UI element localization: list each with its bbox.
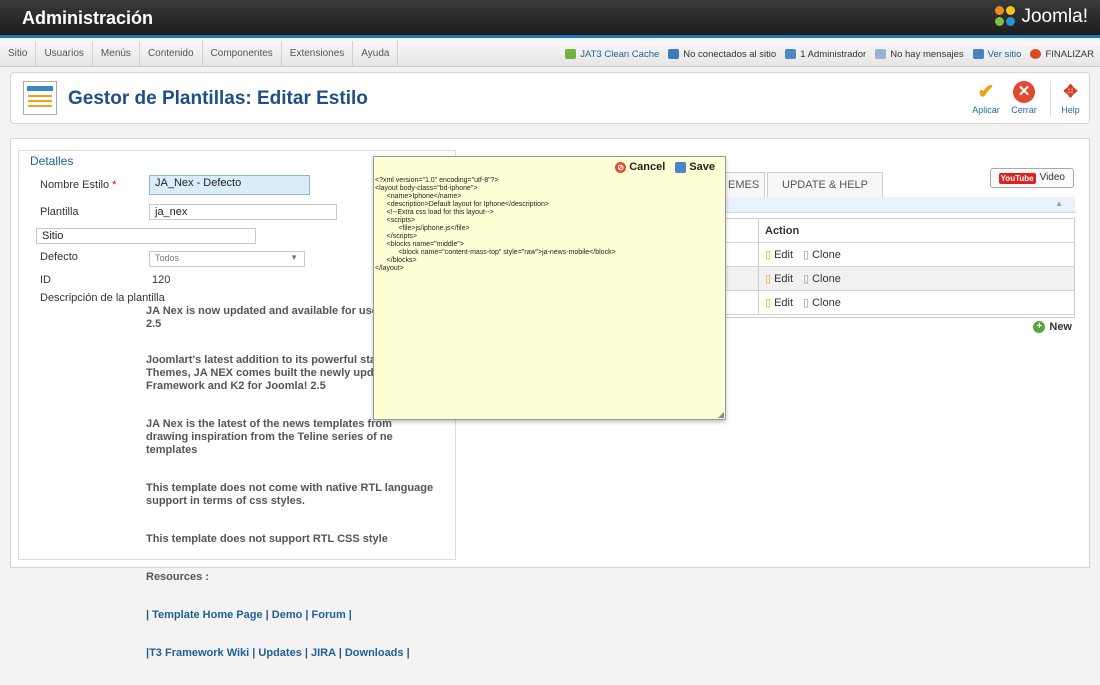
admin-icon	[785, 49, 797, 59]
clone-icon: ▯	[803, 249, 810, 261]
tab-update-help[interactable]: UPDATE & HELP	[767, 172, 883, 198]
main-menubar: Sitio Usuarios Menús Contenido Component…	[0, 41, 1100, 67]
clone-button[interactable]: ▯ Clone	[803, 291, 841, 315]
edit-icon: ▯	[765, 297, 772, 309]
admin-header: Administración Joomla!	[0, 0, 1100, 38]
action-header: Action	[758, 219, 1074, 243]
template-label: Plantilla	[40, 206, 79, 218]
cancel-icon: ⊘	[615, 161, 627, 173]
mail-icon	[875, 49, 887, 59]
close-icon: ✕	[1013, 81, 1035, 103]
page-toolbar: Gestor de Plantillas: Editar Estilo ✔ Apl…	[10, 72, 1090, 124]
view-site-link[interactable]: Ver sitio	[972, 49, 1021, 60]
youtube-icon: YouTube	[998, 172, 1036, 184]
cache-icon	[565, 49, 577, 59]
id-value: 120	[152, 274, 171, 286]
menu-usuarios[interactable]: Usuarios	[36, 41, 93, 67]
resize-handle-icon[interactable]: ◢	[718, 410, 724, 419]
messages-status[interactable]: No hay mensajes	[875, 49, 964, 60]
collapse-icon[interactable]: ▲	[1055, 199, 1063, 208]
new-layout-button[interactable]: + New	[1033, 321, 1072, 333]
joomla-brand-text: Joomla!	[1021, 6, 1088, 27]
template-manager-icon	[23, 81, 57, 115]
save-button[interactable]: Save	[675, 161, 715, 173]
edit-icon: ▯	[765, 249, 772, 261]
save-icon	[675, 161, 687, 173]
add-icon: +	[1033, 321, 1046, 333]
xml-content[interactable]: <?xml version="1.0" encoding="utf-8"?> <…	[375, 177, 616, 273]
logout-link[interactable]: FINALIZAR	[1030, 49, 1094, 60]
user-icon	[668, 49, 680, 59]
default-select[interactable]: Todos ▼	[149, 251, 305, 267]
clone-button[interactable]: ▯ Clone	[803, 243, 841, 267]
clean-cache-link[interactable]: JAT3 Clean Cache	[565, 49, 659, 60]
visitors-status: No conectados al sitio	[668, 49, 776, 60]
menu-ayuda[interactable]: Ayuda	[353, 41, 399, 67]
cancel-button[interactable]: ⊘ Cancel	[615, 161, 665, 173]
admins-status: 1 Administrador	[785, 49, 866, 60]
edit-button[interactable]: ▯ Edit	[765, 243, 793, 267]
framework-links[interactable]: |T3 Framework Wiki | Updates | JIRA | Do…	[146, 647, 410, 659]
joomla-logo[interactable]: Joomla!	[995, 6, 1088, 28]
admin-title: Administración	[22, 8, 154, 28]
menu-extensiones[interactable]: Extensiones	[282, 41, 354, 67]
joomla-icon	[995, 6, 1017, 28]
close-button[interactable]: ✕ Cerrar	[1004, 81, 1044, 117]
page-title: Gestor de Plantillas: Editar Estilo	[68, 88, 368, 109]
help-button[interactable]: ✥ Help	[1050, 81, 1090, 117]
style-name-label: Nombre Estilo *	[40, 179, 117, 191]
video-button[interactable]: YouTube Video	[989, 168, 1074, 188]
id-label: ID	[40, 274, 51, 286]
menu-componentes[interactable]: Componentes	[203, 41, 282, 67]
site-input[interactable]: Sitio	[36, 228, 256, 244]
clone-icon: ▯	[803, 273, 810, 285]
details-legend: Detalles	[27, 154, 77, 168]
monitor-icon	[972, 49, 984, 59]
resources-links[interactable]: | Template Home Page | Demo | Forum |	[146, 609, 352, 621]
layout-xml-editor[interactable]: ⊘ Cancel Save <?xml version="1.0" encodin…	[373, 156, 726, 420]
menu-sitio[interactable]: Sitio	[0, 41, 37, 67]
default-label: Defecto	[40, 251, 78, 263]
checkmark-icon: ✔	[977, 81, 995, 103]
menu-menus[interactable]: Menús	[93, 41, 140, 67]
style-name-input[interactable]: JA_Nex - Defecto	[149, 175, 310, 195]
edit-button[interactable]: ▯ Edit	[765, 267, 793, 291]
power-icon	[1030, 49, 1042, 59]
dropdown-arrow-icon: ▼	[290, 253, 298, 262]
clone-button[interactable]: ▯ Clone	[803, 267, 841, 291]
clone-icon: ▯	[803, 297, 810, 309]
edit-icon: ▯	[765, 273, 772, 285]
edit-button[interactable]: ▯ Edit	[765, 291, 793, 315]
template-input[interactable]: ja_nex	[149, 204, 337, 220]
menu-contenido[interactable]: Contenido	[140, 41, 203, 67]
help-icon: ✥	[1063, 82, 1078, 101]
apply-button[interactable]: ✔ Aplicar	[966, 81, 1006, 117]
